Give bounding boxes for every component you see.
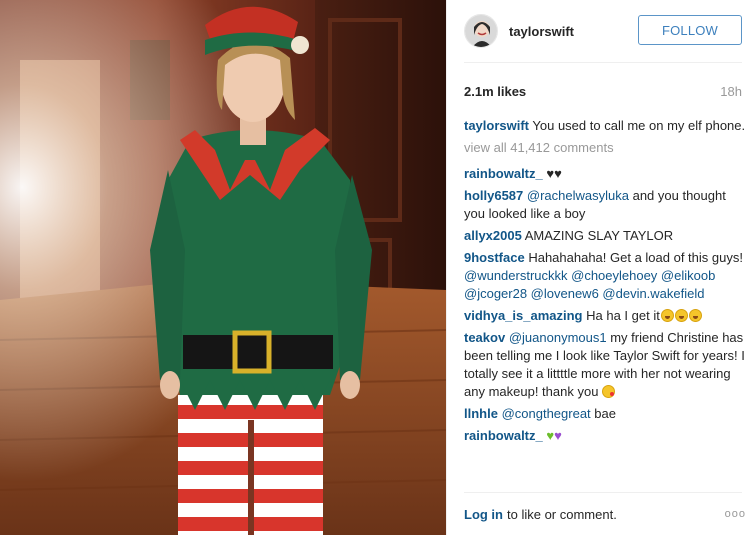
author-username[interactable]: taylorswift (509, 24, 574, 39)
post-photo[interactable] (0, 0, 446, 535)
comment-text: Ha ha I get it (586, 308, 660, 323)
comment-list: taylorswift You used to call me on my el… (464, 117, 748, 449)
post-header: taylorswift FOLLOW (447, 0, 752, 62)
likes-count[interactable]: 2.1m likes (464, 84, 526, 99)
list-item: holly6587 @rachelwasyluka and you though… (464, 187, 748, 223)
comment-mention[interactable]: @wunderstruckkk @choeylehoey @elikoob @j… (464, 268, 715, 301)
comment-username[interactable]: rainbowaltz_ (464, 428, 543, 443)
list-item: rainbowaltz_ ♥♥ (464, 165, 748, 183)
instagram-post: taylorswift FOLLOW 2.1m likes 18h taylor… (0, 0, 752, 535)
caption-text: You used to call me on my elf phone. (532, 118, 746, 133)
list-item: 9hostface Hahahahaha! Get a load of this… (464, 249, 748, 303)
list-item: vidhya_is_amazing Ha ha I get it (464, 307, 748, 325)
green-heart-icon: ♥ (546, 428, 555, 443)
post-meta: 2.1m likes 18h (464, 84, 742, 99)
elf-costume-photo (0, 0, 446, 535)
login-prompt-text: to like or comment. (507, 506, 617, 522)
comment-username[interactable]: 9hostface (464, 250, 525, 265)
comment-mention[interactable]: @juanonymous1 (509, 330, 607, 345)
list-item: allyx2005 AMAZING SLAY TAYLOR (464, 227, 748, 245)
comment-text: bae (594, 406, 616, 421)
comment-username[interactable]: vidhya_is_amazing (464, 308, 583, 323)
list-item: teakov @juanonymous1 my friend Christine… (464, 329, 748, 401)
comment-mention[interactable]: @rachelwasyluka (527, 188, 629, 203)
comment-username[interactable]: holly6587 (464, 188, 523, 203)
comment-username[interactable]: llnhle (464, 406, 498, 421)
caption: taylorswift You used to call me on my el… (464, 117, 748, 135)
timestamp[interactable]: 18h (720, 84, 742, 99)
post-sidebar: taylorswift FOLLOW 2.1m likes 18h taylor… (446, 0, 752, 535)
tears-of-joy-icon (674, 309, 688, 322)
comment-text: AMAZING SLAY TAYLOR (524, 228, 674, 243)
tears-of-joy-icon (660, 309, 674, 322)
profile-picture (465, 15, 497, 47)
list-item: rainbowaltz_ ♥♥ (464, 427, 748, 445)
kiss-icon (602, 385, 616, 398)
login-link[interactable]: Log in (464, 507, 503, 522)
tears-of-joy-icon (688, 309, 702, 322)
more-options-icon[interactable]: ooo (725, 508, 746, 520)
comment-text: ♥♥ (546, 166, 562, 181)
list-item: llnhle @congthegreat bae (464, 405, 748, 423)
post-footer: Log in to like or comment. ooo (464, 492, 745, 535)
comment-mention[interactable]: @congthegreat (502, 406, 591, 421)
avatar[interactable] (464, 14, 498, 48)
header-divider (464, 62, 742, 63)
comment-username[interactable]: teakov (464, 330, 505, 345)
caption-username[interactable]: taylorswift (464, 118, 529, 133)
purple-heart-icon: ♥ (554, 428, 562, 443)
comment-text: Hahahahaha! Get a load of this guys! (528, 250, 743, 265)
follow-button[interactable]: FOLLOW (638, 15, 742, 45)
view-all-comments-link[interactable]: view all 41,412 comments (464, 139, 748, 157)
comment-username[interactable]: allyx2005 (464, 228, 522, 243)
comment-username[interactable]: rainbowaltz_ (464, 166, 543, 181)
